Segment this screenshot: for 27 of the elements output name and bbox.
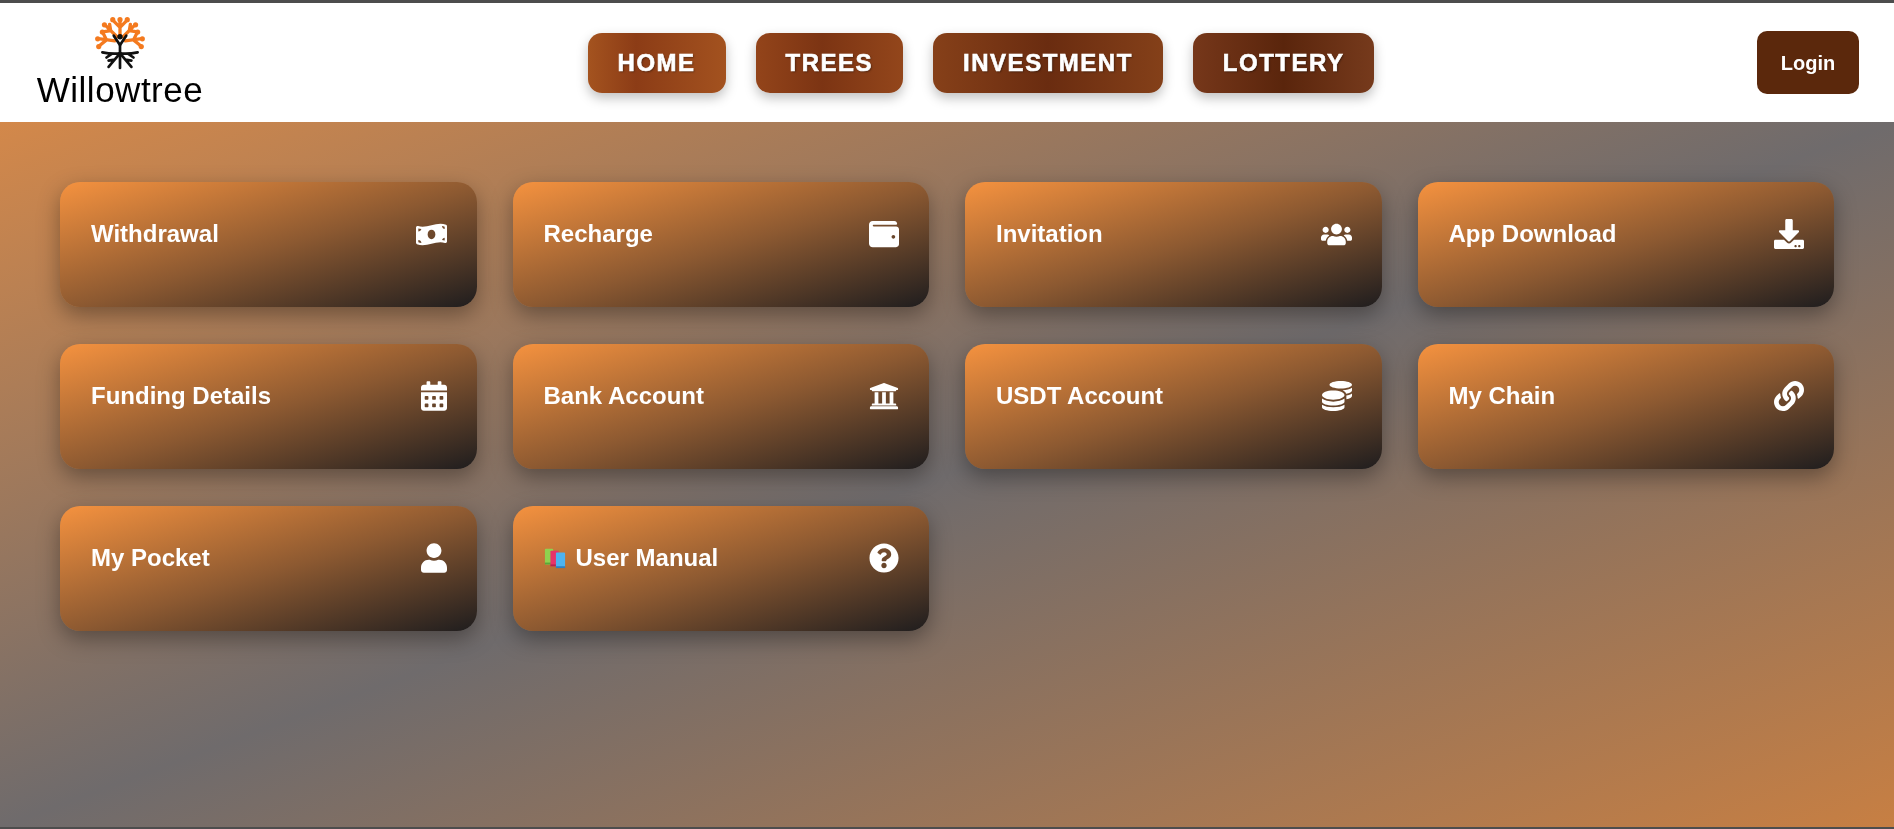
- menu-card[interactable]: Invitation: [965, 182, 1382, 307]
- link-icon: [1774, 381, 1804, 411]
- download-icon: [1774, 219, 1804, 249]
- money-bill-icon: [415, 221, 447, 247]
- login-button[interactable]: Login: [1757, 31, 1859, 94]
- menu-card[interactable]: My Pocket: [60, 506, 477, 631]
- wallet-icon: [869, 219, 899, 249]
- nav-button[interactable]: INVESTMENT: [933, 32, 1163, 93]
- nav-button[interactable]: HOME: [587, 32, 726, 93]
- menu-card[interactable]: Recharge: [512, 182, 929, 307]
- books-icon: [543, 546, 566, 570]
- calendar-icon: [420, 381, 447, 411]
- menu-card[interactable]: My Chain: [1417, 344, 1834, 469]
- coins-icon: [1321, 381, 1352, 411]
- brand-name: Willowtree: [36, 71, 204, 109]
- user-icon: [420, 543, 447, 573]
- menu-card[interactable]: USDT Account: [965, 344, 1382, 469]
- menu-card[interactable]: App Download: [1417, 182, 1834, 307]
- menu-card[interactable]: Funding Details: [60, 344, 477, 469]
- nav-button[interactable]: LOTTERY: [1192, 32, 1375, 93]
- menu-card[interactable]: Bank Account: [512, 344, 929, 469]
- tree-logo-icon: [92, 16, 148, 71]
- nav-button[interactable]: TREES: [755, 32, 904, 93]
- menu-card[interactable]: User Manual: [512, 506, 929, 631]
- menu-card[interactable]: Withdrawal: [60, 182, 477, 307]
- bank-building-icon: [869, 381, 899, 411]
- users-icon: [1320, 221, 1352, 247]
